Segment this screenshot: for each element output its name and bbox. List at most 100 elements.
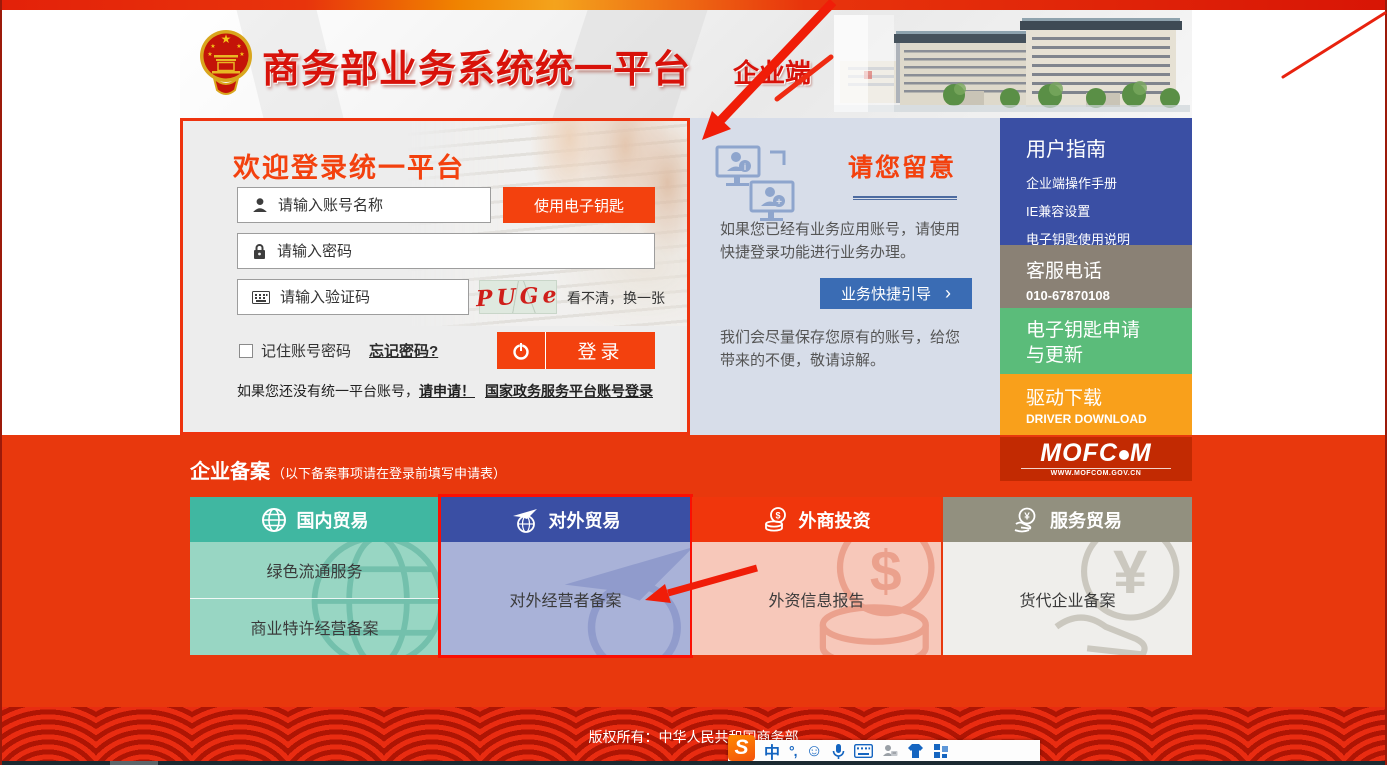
sidebar-service-phone: 客服电话 010-67870108 xyxy=(1000,245,1192,308)
service-phone-title: 客服电话 xyxy=(1026,256,1192,283)
link-franchise-filing[interactable]: 商业特许经营备案 xyxy=(190,599,439,656)
card-title: 国内贸易 xyxy=(297,507,369,533)
use-ekey-button[interactable]: 使用电子钥匙 xyxy=(503,187,655,223)
captcha-refresh-link[interactable]: 看不清，换一张 xyxy=(567,288,665,308)
ime-keyboard-icon[interactable] xyxy=(854,744,873,758)
login-button-label: 登录 xyxy=(546,337,655,364)
taskbar-edge-segment xyxy=(110,761,158,765)
window-border-left xyxy=(0,0,2,765)
svg-text:★: ★ xyxy=(239,51,244,58)
login-title: 欢迎登录统一平台 xyxy=(233,146,465,185)
captcha-text: PUGe xyxy=(475,282,561,312)
card-service-trade-header: ¥ 服务贸易 xyxy=(943,497,1192,542)
svg-text:+: + xyxy=(776,197,782,208)
sidebar-user-guide: 用户指南 企业端操作手册 IE兼容设置 电子钥匙使用说明 xyxy=(1000,118,1192,245)
driver-download-subtitle: DRIVER DOWNLOAD xyxy=(1026,412,1192,426)
captcha-image[interactable]: PUGe xyxy=(479,280,557,314)
notice-paragraph: 我们会尽量保存您原有的账号，给您带来的不便，敬请谅解。 xyxy=(720,326,974,373)
header: ★ ★ ★ ★ ★ 商务部业务系统统一平台 企业端 xyxy=(180,10,1192,118)
link-green-circulation[interactable]: 绿色流通服务 xyxy=(190,542,439,599)
password-field[interactable] xyxy=(237,233,655,269)
card-foreign-investment-header: $ 外商投资 xyxy=(692,497,941,542)
ime-language-toggle[interactable]: 中 xyxy=(764,739,780,763)
sidebar: 用户指南 企业端操作手册 IE兼容设置 电子钥匙使用说明 客服电话 010-67… xyxy=(1000,118,1192,435)
site-title: 商务部业务系统统一平台 xyxy=(262,38,691,93)
link-foreign-operator-filing[interactable]: 对外经营者备案 xyxy=(441,542,690,655)
chevron-right-icon: › xyxy=(945,283,951,304)
sogou-ime-icon[interactable]: S xyxy=(728,735,755,761)
lock-icon xyxy=(252,243,267,260)
card-domestic-trade: 国内贸易 绿色流通服务 商业特许经营备案 xyxy=(190,497,439,655)
remember-checkbox[interactable] xyxy=(239,344,253,358)
apply-link[interactable]: 请申请！ xyxy=(419,383,475,399)
globe-icon xyxy=(261,507,287,533)
login-button[interactable]: 登录 xyxy=(497,332,655,369)
sidebar-ekey-apply[interactable]: 电子钥匙申请 与更新 xyxy=(1000,308,1192,374)
ekey-apply-line1: 电子钥匙申请 xyxy=(1026,319,1192,344)
top-accent-bar xyxy=(0,0,1387,10)
card-title: 对外贸易 xyxy=(549,507,621,533)
gov-platform-login-link[interactable]: 国家政务服务平台账号登录 xyxy=(485,381,653,401)
notice-panel: i + 请您留意 如果您已经有业务应用账号，请使用快捷登录功能进行业务办理。 业… xyxy=(690,118,1000,435)
ime-menu-grid-icon[interactable] xyxy=(933,743,949,759)
ime-punctuation-toggle[interactable]: °, xyxy=(789,743,797,759)
filing-section-title: 企业备案 xyxy=(190,455,270,484)
login-panel: 欢迎登录统一平台 使用电子钥匙 xyxy=(180,118,690,435)
mofcom-url: WWW.MOFCOM.GOV.CN xyxy=(1021,468,1171,477)
card-foreign-investment: $ 外商投资 外资信息报告 xyxy=(692,497,941,655)
svg-text:$: $ xyxy=(775,510,780,520)
driver-download-title: 驱动下载 xyxy=(1026,383,1192,410)
captcha-field[interactable] xyxy=(237,279,469,315)
service-phone-number: 010-67870108 xyxy=(1026,288,1192,303)
ime-emoji-icon[interactable]: ☺ xyxy=(806,741,823,761)
card-domestic-trade-header: 国内贸易 xyxy=(190,497,439,542)
card-title: 服务贸易 xyxy=(1050,507,1122,533)
hand-yuan-icon: ¥ xyxy=(1013,507,1040,533)
coins-icon: $ xyxy=(763,507,789,533)
svg-text:★: ★ xyxy=(221,32,232,46)
sidebar-link-ie-settings[interactable]: IE兼容设置 xyxy=(1026,201,1192,220)
airplane-globe-icon xyxy=(511,507,539,533)
filing-cards: 国内贸易 绿色流通服务 商业特许经营备案 xyxy=(190,497,1192,655)
card-foreign-trade: 对外贸易 对外经营者备案 xyxy=(441,497,690,655)
svg-text:★: ★ xyxy=(207,51,212,58)
page: ★ ★ ★ ★ ★ 商务部业务系统统一平台 企业端 xyxy=(0,0,1387,765)
link-freight-forwarder-filing[interactable]: 货代企业备案 xyxy=(943,542,1192,655)
notice-title: 请您留意 xyxy=(848,148,956,184)
filing-section-note: （以下备案事项请在登录前填写申请表） xyxy=(272,463,506,482)
no-account-text: 如果您还没有统一平台账号， xyxy=(237,383,419,399)
mofcom-logo-text: M xyxy=(1130,441,1152,466)
remember-label[interactable]: 记住账号密码 xyxy=(261,340,351,361)
card-foreign-trade-header: 对外贸易 xyxy=(441,497,690,542)
svg-text:¥: ¥ xyxy=(1024,511,1030,522)
account-input[interactable] xyxy=(278,197,482,214)
quick-guide-button[interactable]: 业务快捷引导 › xyxy=(820,278,972,309)
password-input[interactable] xyxy=(277,243,646,260)
ime-microphone-icon[interactable] xyxy=(832,743,845,760)
notice-paragraph: 如果您已经有业务应用账号，请使用快捷登录功能进行业务办理。 xyxy=(720,218,974,265)
user-guide-title: 用户指南 xyxy=(1026,133,1192,162)
svg-text:★: ★ xyxy=(210,43,215,50)
site-subtitle: 企业端 xyxy=(733,53,811,90)
captcha-input[interactable] xyxy=(280,289,479,306)
mofcom-building-image xyxy=(834,15,1190,117)
ime-account-icon[interactable] xyxy=(882,743,898,759)
svg-text:★: ★ xyxy=(236,43,241,50)
card-title: 外商投资 xyxy=(799,507,871,533)
user-icon xyxy=(252,197,268,213)
ime-skin-icon[interactable] xyxy=(907,743,924,759)
main-row: 欢迎登录统一平台 使用电子钥匙 xyxy=(180,118,1192,435)
card-service-trade: ¥ 服务贸易 货代企业备案 xyxy=(943,497,1192,655)
link-foreign-investment-report[interactable]: 外资信息报告 xyxy=(692,542,941,655)
ekey-apply-line2: 与更新 xyxy=(1026,344,1192,369)
copyright-text: 版权所有：中华人民共和国商务部 xyxy=(0,727,1387,747)
notice-title-underline xyxy=(853,196,957,200)
sidebar-driver-download[interactable]: 驱动下载 DRIVER DOWNLOAD xyxy=(1000,374,1192,435)
sidebar-link-manual[interactable]: 企业端操作手册 xyxy=(1026,173,1192,192)
forgot-password-link[interactable]: 忘记密码? xyxy=(369,340,438,361)
svg-text:i: i xyxy=(744,162,747,172)
keyboard-icon xyxy=(252,291,270,304)
account-field[interactable] xyxy=(237,187,491,223)
footer: 版权所有：中华人民共和国商务部 S 中 °, ☺ xyxy=(0,707,1387,761)
ime-toolbar[interactable]: S 中 °, ☺ xyxy=(728,740,1040,762)
